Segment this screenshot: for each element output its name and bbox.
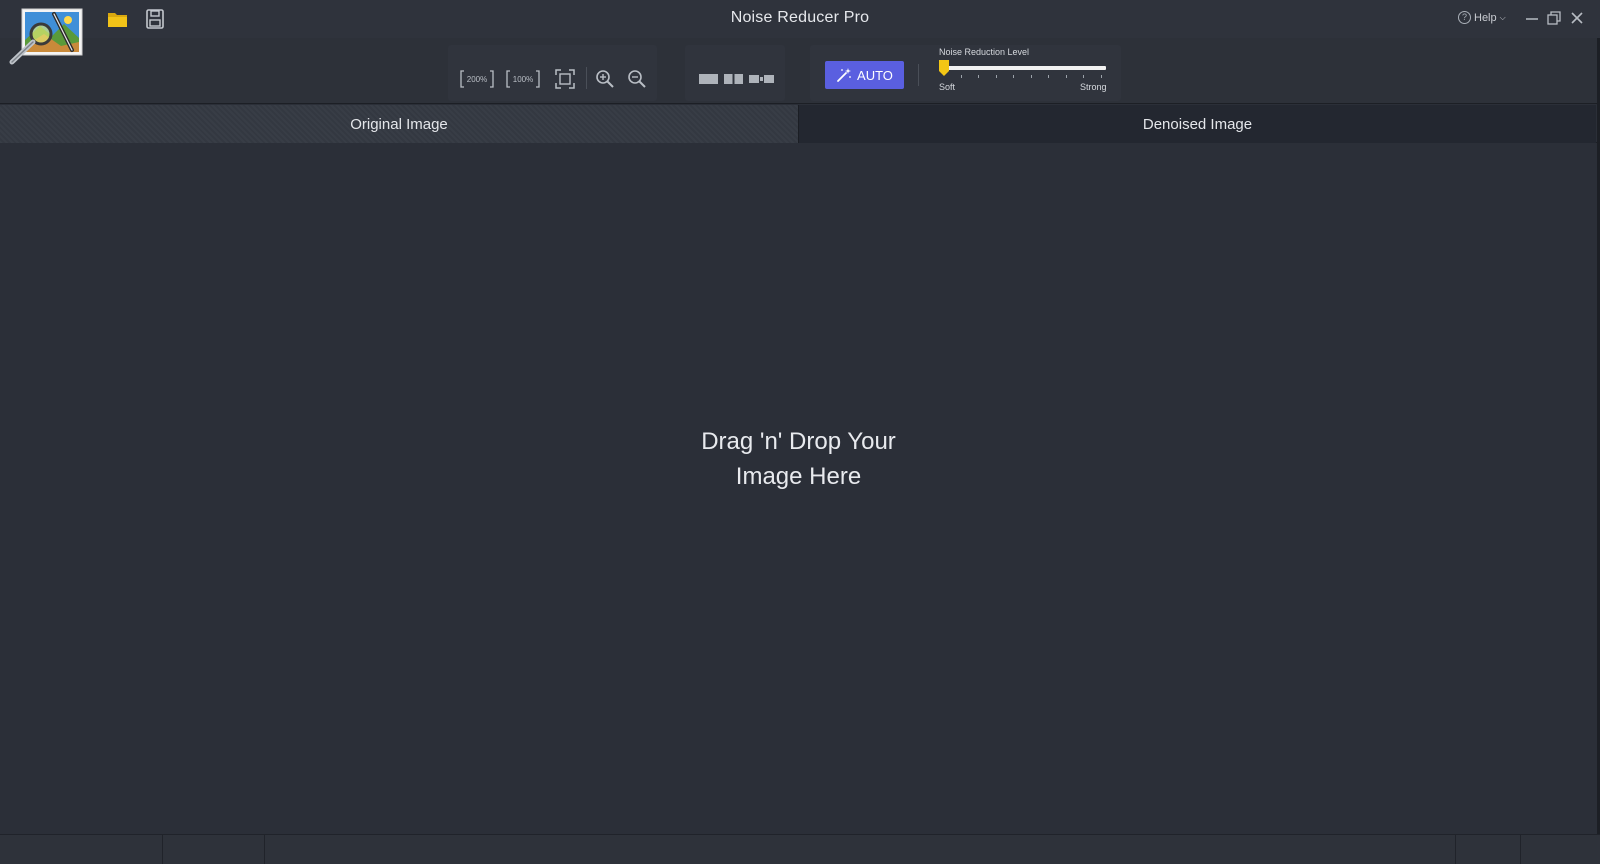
slider-tick <box>1031 75 1032 78</box>
open-folder-icon[interactable] <box>106 8 130 30</box>
compare-view-icon[interactable] <box>749 72 775 90</box>
zoom-100-label: 100% <box>513 75 533 84</box>
restore-button[interactable] <box>1545 9 1563 27</box>
title-bar: Noise Reducer Pro ? Help ⌵ <box>0 0 1600 38</box>
slider-tick <box>961 75 962 78</box>
image-drop-zone[interactable]: Drag 'n' Drop Your Image Here <box>0 144 1597 834</box>
status-segment <box>163 835 265 864</box>
slider-tick <box>1083 75 1084 78</box>
noise-reduction-slider-thumb[interactable] <box>939 60 949 76</box>
drop-hint-line-1: Drag 'n' Drop Your <box>701 428 896 455</box>
chevron-down-icon: ⌵ <box>1499 12 1506 22</box>
auto-label: AUTO <box>857 67 893 83</box>
toolbar-divider <box>918 64 919 86</box>
tab-original-image[interactable]: Original Image <box>0 105 798 143</box>
close-button[interactable] <box>1568 9 1586 27</box>
status-segment <box>265 835 1456 864</box>
slider-tick <box>996 75 997 78</box>
noise-reduction-title: Noise Reduction Level <box>939 47 1030 57</box>
slider-tick <box>1101 75 1102 78</box>
drop-hint-line-2: Image Here <box>735 463 862 490</box>
status-segment <box>0 835 163 864</box>
slider-tick <box>1013 75 1014 78</box>
window-title: Noise Reducer Pro <box>730 9 870 26</box>
slider-tick <box>1066 75 1067 78</box>
slider-tick <box>1048 75 1049 78</box>
zoom-200-label: 200% <box>467 75 487 84</box>
zoom-200-button[interactable]: 200% <box>460 69 494 94</box>
minimize-button[interactable] <box>1523 9 1541 27</box>
slider-min-label: Soft <box>939 82 956 92</box>
fit-to-window-icon[interactable] <box>554 68 576 95</box>
noise-reduction-slider[interactable] <box>944 66 1106 70</box>
help-label: Help <box>1474 11 1497 24</box>
status-segment <box>1456 835 1521 864</box>
status-bar <box>0 834 1600 864</box>
magic-wand-icon <box>837 68 852 82</box>
split-view-icon[interactable] <box>724 72 744 90</box>
single-view-icon[interactable] <box>699 72 719 90</box>
zoom-100-button[interactable]: 100% <box>506 69 540 94</box>
app-logo <box>6 6 84 66</box>
zoom-in-icon[interactable] <box>594 68 616 95</box>
toolbar-divider <box>586 67 587 89</box>
drop-hint: Drag 'n' Drop Your Image Here <box>0 424 1597 494</box>
slider-max-label: Strong <box>1080 82 1107 92</box>
tab-denoised-image[interactable]: Denoised Image <box>798 105 1596 143</box>
help-icon: ? <box>1458 11 1471 24</box>
zoom-out-icon[interactable] <box>626 68 648 95</box>
slider-tick <box>978 75 979 78</box>
auto-button[interactable]: AUTO <box>825 61 904 89</box>
save-icon[interactable] <box>143 8 167 30</box>
help-menu[interactable]: ? Help ⌵ <box>1458 11 1506 24</box>
image-tabs: Original Image Denoised Image <box>0 105 1600 143</box>
toolbar <box>0 38 1600 104</box>
